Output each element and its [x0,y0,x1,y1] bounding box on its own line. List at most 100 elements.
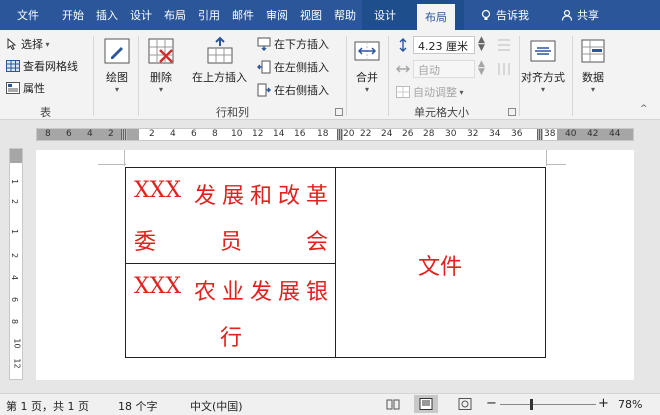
row-height-input[interactable]: 4.23 厘米 [413,36,475,54]
tab-insert[interactable]: 插入 [90,0,124,30]
vertical-ruler[interactable]: 1 2 1 2 4 6 8 10 12 [9,148,23,380]
merge-button[interactable]: 合并 ▾ [352,36,382,94]
group-separator [572,36,573,116]
autofit-label: 自动调整 [413,86,457,99]
collapse-ribbon-button[interactable]: ^ [640,104,648,114]
zoom-slider-thumb[interactable] [530,399,533,410]
zoom-out-button[interactable]: − [486,396,497,411]
distribute-rows-button[interactable] [497,38,514,52]
ruler-tick: 8 [45,129,51,139]
merge-label: 合并 [356,71,378,84]
chevron-down-icon: ▾ [364,85,369,94]
zoom-in-button[interactable]: + [598,396,609,411]
ruler-tick: 28 [423,129,435,139]
data-icon [581,39,605,63]
tab-layout[interactable]: 布局 [158,0,192,30]
margin-guide [124,150,125,166]
ruler-column-marker[interactable] [121,129,127,140]
ruler-tick: 24 [381,129,393,139]
ruler-tick: 1 [10,228,20,235]
ruler-tick: 20 [343,129,355,139]
tab-review[interactable]: 审阅 [260,0,294,30]
ruler-tick: 36 [511,129,523,139]
ruler-tick: 4 [10,274,20,281]
ruler-tick: 34 [489,129,501,139]
ruler-tick: 1 [10,178,20,185]
cell-text: 员 [220,230,243,255]
tab-table-layout[interactable]: 布局 [417,4,455,30]
tab-mailings[interactable]: 邮件 [226,0,260,30]
ruler-tick: 38 [544,129,556,139]
tab-help[interactable]: 帮助 [328,0,362,30]
chevron-down-icon: ▾ [43,39,50,49]
insert-right-icon [257,83,271,97]
column-width-spinner[interactable]: ▲ ▼ [478,60,485,77]
group-separator [346,36,347,116]
distribute-columns-button[interactable] [497,62,514,76]
chevron-down-icon: ▾ [114,85,119,94]
dialog-launcher-icon[interactable] [508,108,516,116]
insert-left-button[interactable]: 在左侧插入 [257,59,329,75]
read-mode-icon[interactable] [386,398,400,410]
ruler-tick: 2 [108,129,114,139]
column-width-input[interactable]: 自动 [413,60,475,78]
tab-references[interactable]: 引用 [192,0,226,30]
web-layout-icon[interactable] [458,398,472,410]
ruler-tick: 2 [10,198,20,205]
draw-button[interactable]: 绘图 ▾ [102,36,132,94]
data-button[interactable]: 数据 ▾ [578,36,608,94]
view-gridlines-label: 查看网格线 [23,60,78,73]
ruler-tick: 8 [212,129,218,139]
tab-design[interactable]: 设计 [124,0,158,30]
ruler-track[interactable]: 8 6 4 2 2 4 6 8 10 12 14 16 18 20 22 24 … [36,128,634,141]
group-cellsize-label: 单元格大小 [414,106,469,119]
tell-me[interactable]: 告诉我 [474,0,535,30]
ruler-tick: 4 [87,129,93,139]
tab-file[interactable]: 文件 [0,0,56,30]
insert-above-button[interactable]: 在上方插入 [192,36,247,85]
dialog-launcher-icon[interactable] [335,108,343,116]
tab-view[interactable]: 视图 [294,0,328,30]
insert-below-button[interactable]: 在下方插入 [257,36,329,52]
data-label: 数据 [582,71,604,84]
word-count[interactable]: 18 个字 [118,398,158,414]
tab-table-design[interactable]: 设计 [362,0,408,30]
language-indicator[interactable]: 中文(中国) [190,398,243,414]
group-separator [388,36,389,116]
ruler-column-marker[interactable] [537,129,543,140]
ruler-tick: 18 [317,129,329,139]
zoom-slider[interactable] [500,404,596,405]
properties-button[interactable]: 属性 [6,80,45,96]
autofit-button[interactable]: 自动调整 ▾ [396,84,464,100]
print-layout-button[interactable] [414,395,438,413]
cursor-icon [7,38,17,50]
insert-below-icon [257,37,271,51]
insert-above-icon [207,36,232,64]
person-icon [561,9,573,21]
select-button[interactable]: 选择 ▾ [6,36,50,52]
select-label: 选择 [21,38,43,51]
ruler-tick: 40 [565,129,577,139]
delete-button[interactable]: 删除 ▾ [146,36,176,94]
insert-right-button[interactable]: 在右侧插入 [257,82,329,98]
ribbon: 选择 ▾ 查看网格线 属性 表 绘图 ▾ 删除 ▾ 在上方插入 在下方插入 在左… [0,30,660,120]
distribute-columns-icon [498,63,510,75]
ruler-top-margin [10,149,22,163]
cell-text: 会 [306,230,329,255]
insert-left-label: 在左侧插入 [274,61,329,74]
document-table[interactable]: XXX 发 展 和 改 革 委 员 会 XXX 农 业 发 展 银 行 文件 [125,167,546,358]
row-height-spinner[interactable]: ▲ ▼ [478,36,485,53]
ruler-tick: 26 [402,129,414,139]
share-button[interactable]: 共享 [555,0,605,30]
page-count[interactable]: 第 1 页，共 1 页 [6,398,89,414]
view-gridlines-button[interactable]: 查看网格线 [6,58,78,74]
chevron-down-icon: ▾ [590,85,595,94]
margin-guide [98,164,126,165]
zoom-level[interactable]: 78% [618,398,642,411]
alignment-button[interactable]: 对齐方式 ▾ [521,36,565,94]
draw-label: 绘图 [106,71,128,84]
cell-text: 展 [222,184,245,209]
ruler-tick: 22 [360,129,372,139]
ruler-tick: 2 [10,252,20,259]
tab-home[interactable]: 开始 [56,0,90,30]
